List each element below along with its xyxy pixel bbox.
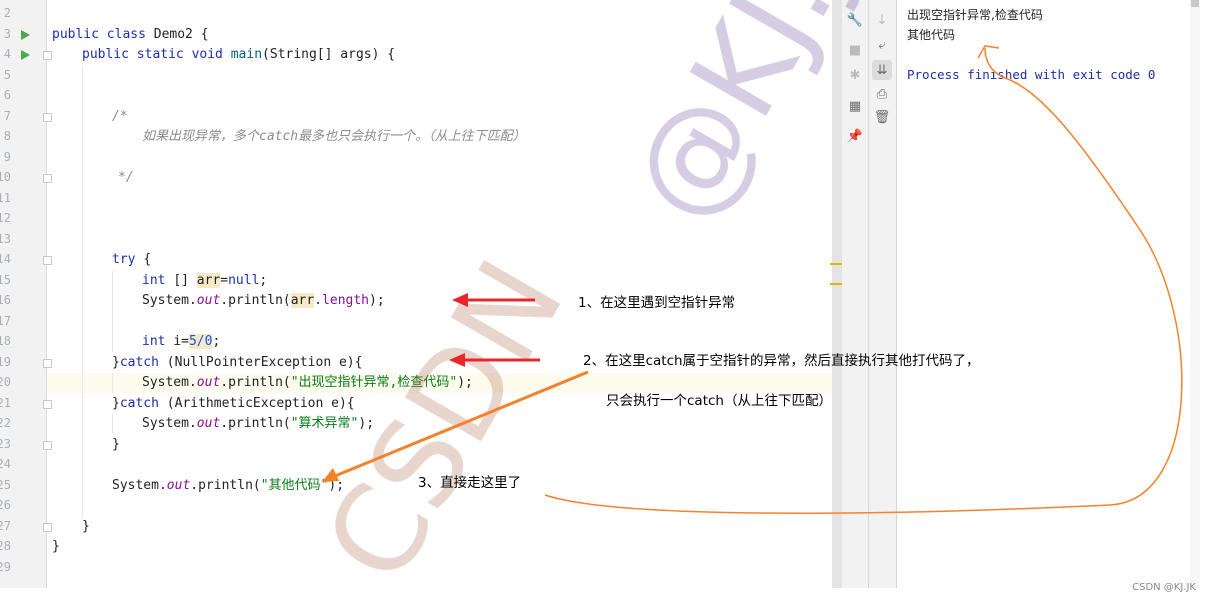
annotation-note-1: 1、在这里遇到空指针异常	[578, 295, 736, 311]
annotation-note-2: 2、在这里catch属于空指针的异常，然后直接执行其他打代码了，	[583, 353, 980, 369]
annotation-note-3: 3、直接走这里了	[418, 475, 522, 491]
orange-curve-head	[977, 45, 1000, 59]
svg-text:CSDN: CSDN	[300, 239, 591, 601]
footer-credit: CSDN @KJ.JK	[1132, 582, 1196, 593]
annotation-note-2b: 只会执行一个catch（从上往下匹配）	[606, 393, 832, 409]
svg-text:@KJ.JK: @KJ.JK	[605, 0, 920, 245]
